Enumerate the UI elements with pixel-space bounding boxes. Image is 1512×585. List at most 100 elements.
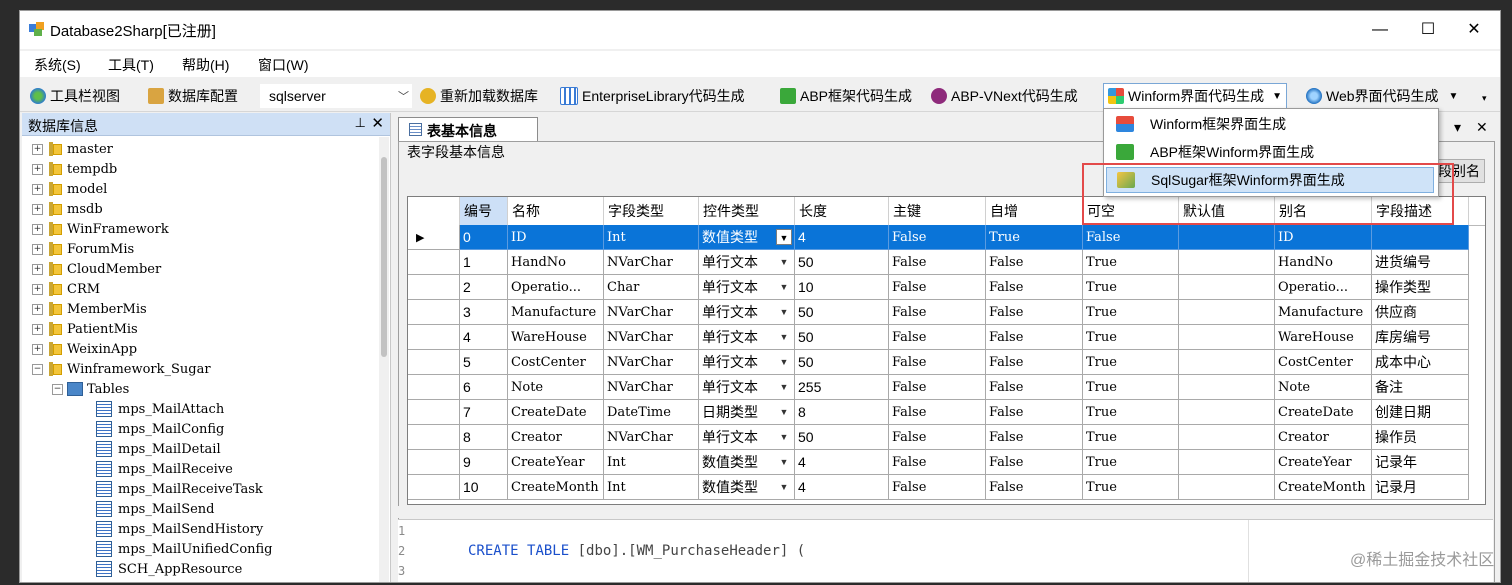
maximize-button[interactable]: ☐ — [1408, 17, 1448, 43]
chevron-down-icon[interactable]: ▼ — [776, 379, 792, 395]
toolbar-view-button[interactable]: 工具栏视图 — [30, 85, 120, 107]
menu-tools[interactable]: 工具(T) — [108, 55, 154, 75]
grid-cell[interactable]: 单行文本 ▼ — [699, 300, 795, 325]
table-row[interactable]: 5 CostCenter NVarChar 单行文本 ▼ 50 False False True… — [408, 350, 1485, 375]
grid-cell[interactable]: 数值类型 ▼ — [699, 225, 795, 250]
dropdown-item-abp-winform[interactable]: ABP框架Winform界面生成 — [1106, 139, 1434, 165]
grid-cell[interactable]: 数值类型 ▼ — [699, 475, 795, 500]
tree-node-database[interactable]: + msdb — [32, 199, 103, 219]
tree-node-database[interactable]: + CloudMember — [32, 259, 161, 279]
tree-node-table[interactable]: mps_MailUnifiedConfig — [96, 539, 273, 559]
abp-codegen-button[interactable]: ABP框架代码生成 — [780, 85, 912, 107]
web-codegen-button[interactable]: Web界面代码生成 ▼ — [1306, 85, 1458, 107]
row-header[interactable] — [408, 300, 460, 325]
caret-down-icon[interactable]: ▼ — [1272, 91, 1282, 102]
tab-table-info[interactable]: 表基本信息 — [398, 117, 538, 142]
abp-vnext-codegen-button[interactable]: ABP-VNext代码生成 — [931, 85, 1078, 107]
tree-scrollbar[interactable] — [379, 137, 389, 582]
chevron-down-icon[interactable]: ▼ — [776, 229, 792, 245]
chevron-down-icon[interactable]: ﹀ — [398, 88, 409, 104]
close-panel-icon[interactable]: ✕ — [371, 114, 384, 132]
expander-icon[interactable]: + — [32, 243, 43, 255]
tree-node-tables[interactable]: − Tables — [52, 379, 129, 399]
grid-cell[interactable]: 单行文本 ▼ — [699, 425, 795, 450]
grid-cell[interactable]: 单行文本 ▼ — [699, 325, 795, 350]
tree-node-database[interactable]: − Winframework_Sugar — [32, 359, 211, 379]
column-header[interactable]: 控件类型 — [699, 197, 795, 225]
tree-node-table[interactable]: mps_MailConfig — [96, 419, 224, 439]
tree-node-database[interactable]: + PatientMis — [32, 319, 138, 339]
table-row[interactable]: 6 Note NVarChar 单行文本 ▼ 255 False False True Note 备… — [408, 375, 1485, 400]
tree-node-database[interactable]: + ForumMis — [32, 239, 134, 259]
column-header[interactable]: 长度 — [795, 197, 889, 225]
expander-icon[interactable]: − — [32, 363, 43, 375]
tree-node-table[interactable]: SCH_AppResource — [96, 559, 242, 579]
chevron-down-icon[interactable]: ▼ — [776, 254, 792, 270]
table-row[interactable]: 10 CreateMonth Int 数值类型 ▼ 4 False False True Crea… — [408, 475, 1485, 500]
table-row[interactable]: 7 CreateDate DateTime 日期类型 ▼ 8 False False True C… — [408, 400, 1485, 425]
row-header[interactable] — [408, 325, 460, 350]
tree-node-table[interactable]: mps_MailReceiveTask — [96, 479, 263, 499]
table-row[interactable]: 8 Creator NVarChar 单行文本 ▼ 50 False False True Cre… — [408, 425, 1485, 450]
row-header[interactable]: ▶ — [408, 225, 460, 250]
expander-icon[interactable]: + — [32, 263, 43, 275]
expander-icon[interactable]: + — [32, 283, 43, 295]
expander-icon[interactable]: + — [32, 183, 43, 195]
row-header[interactable] — [408, 450, 460, 475]
chevron-down-icon[interactable]: ▼ — [776, 404, 792, 420]
chevron-down-icon[interactable]: ▼ — [776, 329, 792, 345]
grid-cell[interactable]: 数值类型 ▼ — [699, 450, 795, 475]
table-row[interactable]: 1 HandNo NVarChar 单行文本 ▼ 50 False False True Hand… — [408, 250, 1485, 275]
tree-node-table[interactable]: mps_MailSendHistory — [96, 519, 263, 539]
grid-cell[interactable]: 单行文本 ▼ — [699, 375, 795, 400]
table-row[interactable]: 3 Manufacture NVarChar 单行文本 ▼ 50 False False Tru… — [408, 300, 1485, 325]
menu-help[interactable]: 帮助(H) — [182, 55, 229, 75]
expander-icon[interactable]: + — [32, 203, 43, 215]
expander-icon[interactable]: + — [32, 223, 43, 235]
expander-icon[interactable]: + — [32, 343, 43, 355]
grid-cell[interactable]: 日期类型 ▼ — [699, 400, 795, 425]
table-row[interactable]: 2 Operatio... Char 单行文本 ▼ 10 False False True Ope… — [408, 275, 1485, 300]
row-header[interactable] — [408, 275, 460, 300]
row-header[interactable] — [408, 400, 460, 425]
db-config-button[interactable]: 数据库配置 — [148, 85, 238, 107]
tree-node-database[interactable]: + master — [32, 139, 113, 159]
table-row[interactable]: 4 WareHouse NVarChar 单行文本 ▼ 50 False False True W… — [408, 325, 1485, 350]
toolbar-overflow-icon[interactable]: ▾ — [1482, 93, 1487, 104]
dropdown-item-winform-framework[interactable]: Winform框架界面生成 — [1106, 111, 1434, 137]
row-header[interactable] — [408, 375, 460, 400]
tree-node-table[interactable]: mps_MailDetail — [96, 439, 221, 459]
table-row[interactable]: ▶ 0 ID Int 数值类型 ▼ 4 False True False ID — [408, 225, 1485, 250]
tree-node-database[interactable]: + tempdb — [32, 159, 117, 179]
row-header[interactable] — [408, 475, 460, 500]
row-header[interactable] — [408, 350, 460, 375]
pin-icon[interactable]: ⊥ — [355, 115, 366, 131]
grid-cell[interactable]: 单行文本 ▼ — [699, 250, 795, 275]
tree-node-database[interactable]: + MemberMis — [32, 299, 147, 319]
grid-cell[interactable]: 单行文本 ▼ — [699, 350, 795, 375]
winform-codegen-button[interactable]: Winform界面代码生成 ▼ — [1103, 83, 1288, 109]
tree-node-database[interactable]: + WeixinApp — [32, 339, 137, 359]
expander-icon[interactable]: + — [32, 323, 43, 335]
column-header[interactable]: 名称 — [508, 197, 604, 225]
expander-icon[interactable]: + — [32, 143, 43, 155]
column-header[interactable]: 自增 — [986, 197, 1083, 225]
menu-system[interactable]: 系统(S) — [34, 55, 81, 75]
tab-list-icon[interactable]: ▾ — [1454, 119, 1461, 136]
row-header[interactable] — [408, 250, 460, 275]
tree-node-table[interactable]: mps_MailSend — [96, 499, 215, 519]
tab-close-icon[interactable]: ✕ — [1476, 119, 1488, 136]
expander-icon[interactable]: + — [32, 303, 43, 315]
sql-code-editor[interactable]: 1 2 3 CREATE TABLE [dbo].[WM_PurchaseHea… — [398, 519, 1493, 582]
reload-db-button[interactable]: 重新加载数据库 — [420, 85, 538, 107]
chevron-down-icon[interactable]: ▼ — [776, 454, 792, 470]
db-type-select[interactable]: sqlserver ﹀ — [260, 84, 412, 108]
grid-cell[interactable]: 单行文本 ▼ — [699, 275, 795, 300]
tree-node-database[interactable]: + model — [32, 179, 107, 199]
chevron-down-icon[interactable]: ▼ — [776, 354, 792, 370]
grid-horizontal-scrollbar[interactable] — [398, 506, 1493, 518]
caret-down-icon[interactable]: ▼ — [1449, 91, 1459, 102]
minimize-button[interactable]: — — [1360, 17, 1400, 43]
expander-icon[interactable]: + — [32, 163, 43, 175]
tree-node-table[interactable]: mps_MailReceive — [96, 459, 233, 479]
